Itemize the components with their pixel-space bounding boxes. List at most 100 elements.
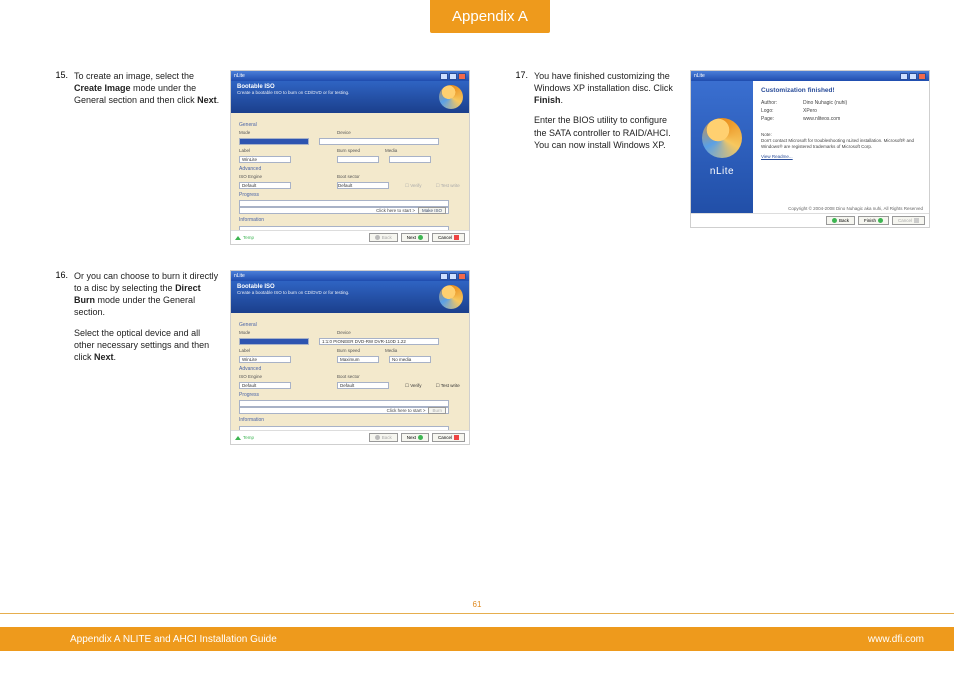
device-select[interactable]: 1:1:0 PIONEER DVD-RW DVR-110D 1.22 [319, 338, 439, 345]
left-column: 15. To create an image, select the Creat… [50, 70, 470, 470]
page-number: 61 [0, 600, 954, 609]
testwrite-checkbox[interactable]: Test write [441, 183, 460, 188]
wizard-banner: Bootable ISO Create a bootable ISO to bu… [231, 81, 469, 113]
section-general: General [239, 122, 461, 128]
label-device: Device [337, 330, 375, 335]
label-burn-speed: Burn speed [337, 348, 375, 353]
footer-right: www.dfi.com [868, 634, 924, 645]
label-mode: Mode [239, 330, 277, 335]
maximize-icon[interactable] [449, 273, 457, 280]
window-title: nLite [234, 273, 245, 279]
separator [0, 613, 954, 614]
label-label: Label [239, 148, 277, 153]
step-text: You have finished customizing the Window… [534, 70, 680, 228]
back-button[interactable]: Back [826, 216, 855, 225]
brand-text: nLite [710, 166, 734, 177]
finish-main: Customization finished! Author:Dino Nuha… [753, 81, 929, 213]
finish-sidebar: nLite [691, 81, 753, 213]
back-button[interactable]: Back [369, 233, 398, 242]
label-input[interactable]: WinLite [239, 356, 291, 363]
minimize-icon[interactable] [440, 73, 448, 80]
device-value: 1:1:0 PIONEER DVD-RW DVR-110D 1.22 [322, 339, 406, 344]
section-advanced: Advanced [239, 166, 461, 172]
boot-sector-select[interactable]: Default [337, 382, 389, 389]
label-iso-engine: ISO Engine [239, 374, 277, 379]
next-button[interactable]: Next [401, 233, 429, 242]
bold: Finish [534, 95, 561, 105]
minimize-icon[interactable] [440, 273, 448, 280]
close-icon[interactable] [458, 73, 466, 80]
temp-label: Temp [243, 435, 254, 440]
banner-subtitle: Create a bootable ISO to burn on CD/DVD … [237, 290, 463, 295]
note-value: Don't contact Microsoft for troubleshoot… [761, 138, 921, 150]
label-label: Label [239, 348, 277, 353]
burn-button[interactable]: Burn [428, 407, 446, 414]
cancel-button[interactable]: Cancel [432, 233, 465, 242]
cancel-button: Cancel [892, 216, 925, 225]
verify-checkbox[interactable]: Verify [410, 383, 421, 388]
make-iso-button[interactable]: Make ISO [418, 207, 446, 214]
screenshot-direct-burn: nLite Bootable ISO Create a bootable ISO… [230, 270, 470, 445]
logo-key: Logo: [761, 108, 803, 114]
action-bar: Click here to start >Burn [239, 407, 449, 414]
minimize-icon[interactable] [900, 73, 908, 80]
window-titlebar: nLite [231, 71, 469, 81]
media-display: No media [389, 356, 431, 363]
step-number: 16. [50, 270, 68, 445]
window-titlebar: nLite [231, 271, 469, 281]
iso-engine-select[interactable]: Default [239, 182, 291, 189]
boot-sector-select[interactable]: Default [337, 182, 389, 189]
speed-select[interactable] [337, 156, 379, 163]
verify-checkbox[interactable]: Verify [410, 183, 421, 188]
logo-value: XPero [803, 108, 817, 114]
bold: Create Image [74, 83, 131, 93]
iso-engine-select[interactable]: Default [239, 382, 291, 389]
start-hint: Click here to start > [376, 208, 415, 213]
step-15: 15. To create an image, select the Creat… [50, 70, 470, 245]
media-display [389, 156, 431, 163]
value: No media [392, 357, 411, 362]
speed-select[interactable]: Maximum [337, 356, 379, 363]
window-title: nLite [694, 73, 705, 79]
device-select[interactable] [319, 138, 439, 145]
label-input[interactable]: WinLite [239, 156, 291, 163]
screenshot-finish: nLite nLite Customization finished! Auth… [690, 70, 930, 228]
section-progress: Progress [239, 392, 461, 398]
copyright-text: Copyright © 2004-2008 Dino Nuhagic aka n… [788, 206, 923, 211]
screenshot-create-image: nLite Bootable ISO Create a bootable ISO… [230, 70, 470, 245]
label-media: Media [385, 148, 423, 153]
text: . [114, 352, 117, 362]
label-burn-speed: Burn speed [337, 148, 375, 153]
label-iso-engine: ISO Engine [239, 174, 277, 179]
temp-indicator: Temp [235, 435, 254, 440]
readme-link[interactable]: View Readme... [761, 154, 921, 160]
footer-left: Appendix A NLITE and AHCI Installation G… [70, 634, 277, 645]
value: Default [242, 383, 256, 388]
label-boot-sector: Boot sector [337, 174, 375, 179]
step-number: 17. [510, 70, 528, 228]
step-17: 17. You have finished customizing the Wi… [510, 70, 930, 228]
next-button[interactable]: Next [401, 433, 429, 442]
close-icon[interactable] [458, 273, 466, 280]
page-content: 15. To create an image, select the Creat… [50, 70, 904, 470]
section-progress: Progress [239, 192, 461, 198]
value: Default [338, 183, 352, 188]
page-value: www.nliteos.com [803, 116, 840, 122]
text: Enter the BIOS utility to configure the … [534, 114, 680, 150]
step-number: 15. [50, 70, 68, 245]
mode-select[interactable] [239, 338, 309, 345]
cancel-button[interactable]: Cancel [432, 433, 465, 442]
testwrite-checkbox[interactable]: Test write [441, 383, 460, 388]
progress-bar [239, 200, 449, 207]
maximize-icon[interactable] [909, 73, 917, 80]
label-boot-sector: Boot sector [337, 374, 375, 379]
finish-button[interactable]: Finish [858, 216, 889, 225]
wizard-banner: Bootable ISO Create a bootable ISO to bu… [231, 281, 469, 313]
close-icon[interactable] [918, 73, 926, 80]
mode-select[interactable] [239, 138, 309, 145]
back-button[interactable]: Back [369, 433, 398, 442]
step-text: Or you can choose to burn it directly to… [74, 270, 220, 445]
label-media: Media [385, 348, 423, 353]
label-device: Device [337, 130, 375, 135]
maximize-icon[interactable] [449, 73, 457, 80]
